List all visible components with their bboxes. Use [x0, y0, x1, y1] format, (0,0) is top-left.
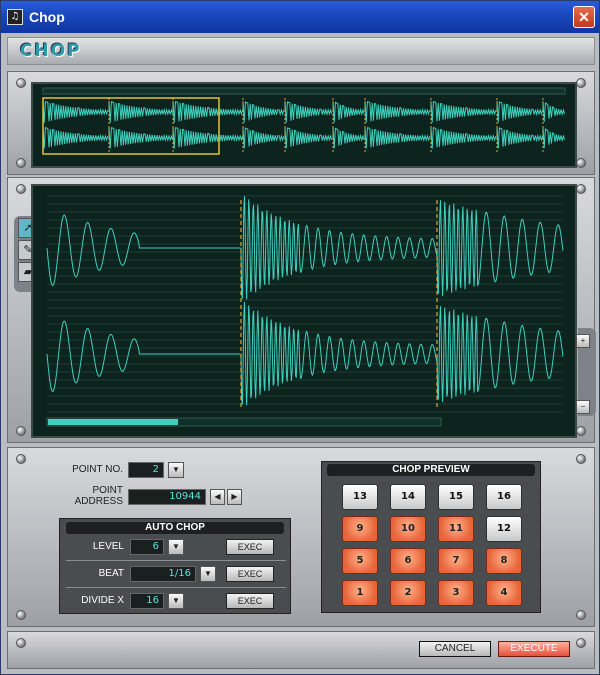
- pad-6[interactable]: 6: [390, 548, 426, 574]
- pad-9[interactable]: 9: [342, 516, 378, 542]
- auto-chop-title: AUTO CHOP: [66, 522, 284, 534]
- screw: [16, 78, 26, 88]
- point-no-label: POINT NO.: [72, 464, 123, 475]
- title-bar: ♫ Chop ✕: [1, 1, 599, 33]
- cancel-button[interactable]: CANCEL: [419, 641, 491, 657]
- arrow-right-icon[interactable]: ▶: [227, 489, 242, 505]
- point-address-label: POINT ADDRESS: [74, 485, 123, 507]
- level-exec-button[interactable]: EXEC: [226, 539, 274, 555]
- divider: [66, 587, 286, 588]
- screw: [576, 426, 586, 436]
- divide-label: DIVIDE X: [81, 595, 124, 606]
- screw: [16, 638, 26, 648]
- pad-15[interactable]: 15: [438, 484, 474, 510]
- pad-10[interactable]: 10: [390, 516, 426, 542]
- overview-scroll-track: [42, 87, 566, 95]
- screw: [576, 454, 586, 464]
- chevron-down-icon[interactable]: ▼: [168, 593, 184, 609]
- overview-panel: [7, 71, 595, 175]
- pad-12[interactable]: 12: [486, 516, 522, 542]
- chop-window: ♫ Chop ✕ CHOP ➚ ✎ ▰ + − POINT NO. 2 ▼ PO…: [0, 0, 600, 675]
- screw: [16, 454, 26, 464]
- zoom-in-vertical-icon[interactable]: +: [576, 334, 590, 348]
- level-value[interactable]: 6: [130, 539, 164, 555]
- pad-5[interactable]: 5: [342, 548, 378, 574]
- close-button[interactable]: ✕: [573, 6, 595, 28]
- screw: [16, 184, 26, 194]
- screw: [576, 158, 586, 168]
- pad-13[interactable]: 13: [342, 484, 378, 510]
- waveform-display[interactable]: [31, 184, 577, 438]
- beat-value[interactable]: 1/16: [130, 566, 196, 582]
- screw: [16, 426, 26, 436]
- main-scroll-thumb: [48, 419, 178, 425]
- screw: [16, 610, 26, 620]
- chop-preview-title: CHOP PREVIEW: [327, 464, 535, 476]
- execute-button[interactable]: EXECUTE: [498, 641, 570, 657]
- overview-waveform: [33, 84, 575, 166]
- chop-header: CHOP: [7, 37, 595, 65]
- pad-14[interactable]: 14: [390, 484, 426, 510]
- window-title: Chop: [29, 9, 65, 25]
- main-bg: [33, 186, 575, 436]
- beat-label: BEAT: [98, 568, 124, 579]
- divide-exec-button[interactable]: EXEC: [226, 593, 274, 609]
- chevron-down-icon[interactable]: ▼: [168, 539, 184, 555]
- pad-1[interactable]: 1: [342, 580, 378, 606]
- zoom-out-vertical-icon[interactable]: −: [576, 400, 590, 414]
- point-address-value[interactable]: 10944: [128, 489, 206, 505]
- screw: [576, 184, 586, 194]
- screw: [16, 158, 26, 168]
- main-waveform: [33, 186, 575, 436]
- pad-11[interactable]: 11: [438, 516, 474, 542]
- chop-logo: CHOP: [20, 41, 82, 61]
- divide-value[interactable]: 16: [130, 593, 164, 609]
- point-no-value[interactable]: 2: [128, 462, 164, 478]
- arrow-left-icon[interactable]: ◀: [210, 489, 225, 505]
- screw: [576, 638, 586, 648]
- chevron-down-icon[interactable]: ▼: [168, 462, 184, 478]
- screw: [576, 610, 586, 620]
- pad-4[interactable]: 4: [486, 580, 522, 606]
- screw: [576, 78, 586, 88]
- app-icon[interactable]: ♫: [7, 9, 23, 25]
- pad-7[interactable]: 7: [438, 548, 474, 574]
- chevron-down-icon[interactable]: ▼: [200, 566, 216, 582]
- pad-3[interactable]: 3: [438, 580, 474, 606]
- pad-16[interactable]: 16: [486, 484, 522, 510]
- level-label: LEVEL: [92, 541, 124, 552]
- overview-display[interactable]: [31, 82, 577, 168]
- beat-exec-button[interactable]: EXEC: [226, 566, 274, 582]
- chop-preview-box: CHOP PREVIEW 13 14 15 16 9 10 11 12 5 6 …: [321, 461, 541, 613]
- pad-8[interactable]: 8: [486, 548, 522, 574]
- divider: [66, 560, 286, 561]
- editor-panel: ➚ ✎ ▰ + −: [7, 177, 596, 443]
- auto-chop-box: AUTO CHOP LEVEL 6 ▼ EXEC BEAT 1/16 ▼ EXE…: [59, 518, 291, 614]
- pad-2[interactable]: 2: [390, 580, 426, 606]
